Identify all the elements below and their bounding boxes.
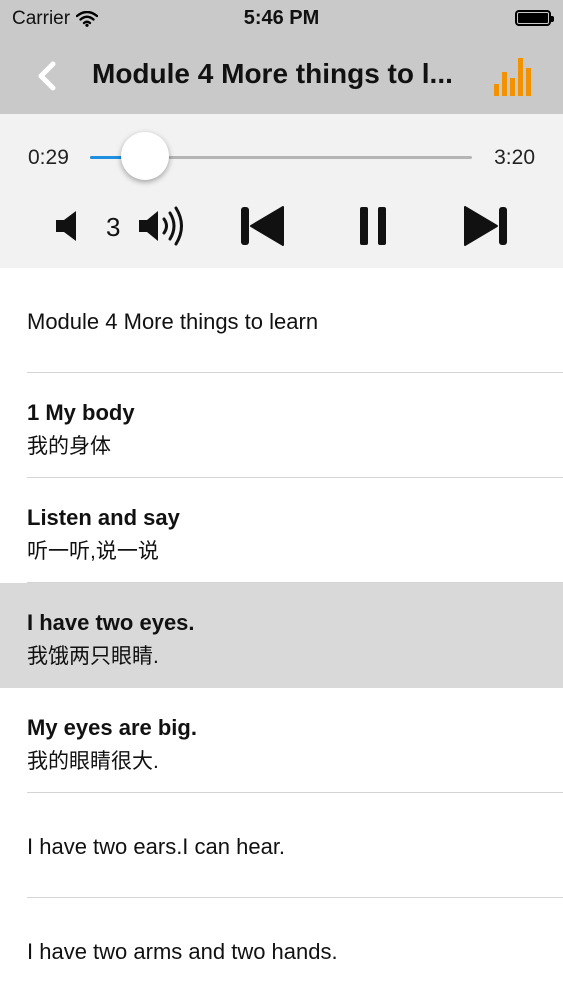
next-track-button[interactable] [460,201,510,251]
current-time: 0:29 [28,146,69,169]
volume-up-icon [139,206,183,246]
lesson-list: Module 4 More things to learn 1 My body … [0,268,563,1003]
list-item-chinese: 听一听,说一说 [27,540,159,563]
list-item[interactable]: I have two arms and two hands. [0,898,563,1003]
list-item-title: I have two ears.I can hear. [27,834,286,859]
list-item-english: I have two eyes. [27,610,195,635]
list-item-title: I have two arms and two hands. [27,939,338,964]
battery-icon [515,10,554,26]
list-item-chinese: 我饿两只眼睛. [27,645,159,668]
list-item-english: 1 My body [27,400,135,425]
list-item-selected[interactable]: I have two eyes. 我饿两只眼睛. [0,583,563,688]
page-title: Module 4 More things to l... [92,58,453,89]
pause-icon [360,207,386,245]
status-bar: Carrier 5:46 PM [0,0,563,38]
back-button[interactable] [28,56,68,96]
top-bar: Carrier 5:46 PM Module 4 More things to … [0,0,563,114]
status-time: 5:46 PM [243,7,320,29]
list-item[interactable]: Listen and say 听一听,说一说 [0,478,563,583]
volume-down-button[interactable] [52,201,84,251]
equalizer-button[interactable] [492,54,536,98]
volume-up-button[interactable] [136,201,192,251]
list-item-chinese: 我的身体 [27,435,111,458]
list-item-english: Listen and say [27,505,180,530]
volume-down-icon [56,211,76,241]
audio-player: 0:29 3:20 3 [0,114,563,268]
list-item-title: Module 4 More things to learn [27,309,319,334]
progress-thumb[interactable] [121,132,169,180]
list-item[interactable]: My eyes are big. 我的眼睛很大. [0,688,563,793]
volume-level: 3 [106,212,121,242]
list-item-chinese: 我的眼睛很大. [27,750,159,773]
skip-forward-icon [464,206,507,246]
skip-back-icon [241,206,284,246]
equalizer-icon [494,58,531,96]
list-item[interactable]: I have two ears.I can hear. [0,793,563,898]
chevron-left-icon [38,61,56,91]
list-item[interactable]: 1 My body 我的身体 [0,373,563,478]
pause-button[interactable] [354,201,394,251]
list-item-english: My eyes are big. [27,715,197,740]
list-item[interactable]: Module 4 More things to learn [0,268,563,373]
previous-track-button[interactable] [238,201,288,251]
total-time: 3:20 [494,146,535,169]
